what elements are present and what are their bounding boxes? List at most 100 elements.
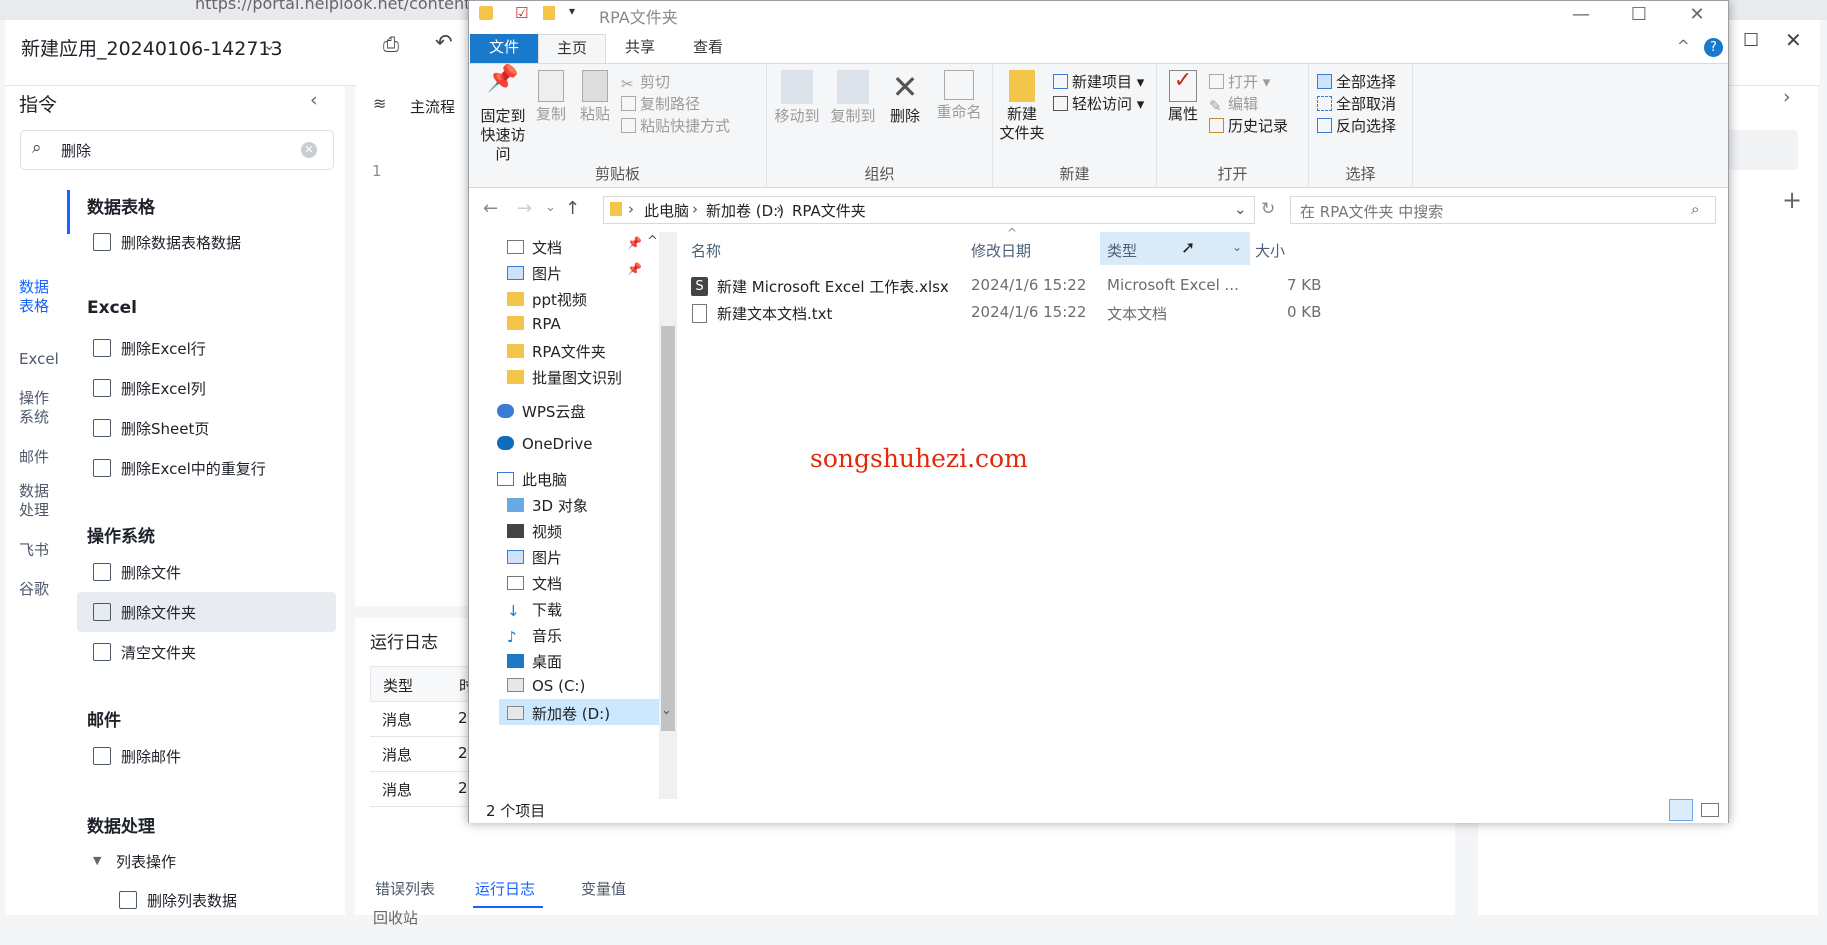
nav-item-drive-d[interactable]: 新加卷 (D:) — [499, 699, 659, 725]
nav-item-this-pc[interactable]: 此电脑 — [497, 469, 567, 490]
nav-item-wps-cloud[interactable]: WPS云盘 — [497, 401, 585, 422]
back-arrow-icon[interactable]: ← — [483, 198, 498, 219]
tab-run-log[interactable]: 运行日志 — [475, 878, 535, 899]
category-excel[interactable]: Excel — [19, 350, 59, 369]
category-feishu[interactable]: 飞书 — [19, 541, 59, 560]
nav-item-music[interactable]: ♪ 音乐 — [507, 625, 562, 646]
scroll-down-icon[interactable]: ⌄ — [661, 703, 672, 718]
command-item[interactable]: 删除Excel行 — [77, 328, 336, 368]
chevron-right-icon[interactable]: › — [1783, 86, 1791, 108]
command-item[interactable]: 删除Sheet页 — [77, 408, 336, 448]
cut-button[interactable]: ✂ 剪切 — [621, 71, 670, 93]
large-icons-view-icon[interactable] — [1701, 803, 1719, 817]
tab-home[interactable]: 主页 — [538, 34, 606, 63]
command-item[interactable]: 删除Excel列 — [77, 368, 336, 408]
copy-path-button[interactable]: 复制路径 — [621, 93, 700, 114]
rename-button[interactable]: 重命名 — [931, 70, 987, 122]
clear-icon[interactable]: ✕ — [301, 142, 317, 158]
copy-to-button[interactable]: 复制到 — [825, 70, 881, 126]
nav-item-desktop[interactable]: 桌面 — [507, 651, 562, 672]
easy-access-button[interactable]: 轻松访问 ▾ — [1053, 93, 1144, 114]
open-button[interactable]: 打开 ▾ — [1209, 71, 1270, 92]
nav-item-documents[interactable]: 文档 — [507, 237, 562, 258]
category-google[interactable]: 谷歌 — [19, 580, 59, 599]
column-size[interactable]: 大小 — [1255, 240, 1285, 261]
command-item[interactable]: 删除数据表格数据 — [77, 222, 336, 262]
scroll-up-icon[interactable]: ^ — [647, 234, 658, 249]
collapse-icon[interactable]: ‹ — [310, 89, 318, 111]
tab-variables[interactable]: 变量值 — [581, 878, 626, 899]
nav-item-pictures[interactable]: 图片 — [507, 263, 562, 284]
nav-item-downloads[interactable]: ↓ 下载 — [507, 599, 562, 620]
move-to-button[interactable]: 移动到 — [769, 70, 825, 126]
nav-item-pictures[interactable]: 图片 — [507, 547, 562, 568]
nav-item-videos[interactable]: 视频 — [507, 521, 562, 542]
command-item-selected[interactable]: 删除文件夹 — [77, 592, 336, 632]
copy-button[interactable]: 复制 — [531, 70, 571, 124]
pin-icon[interactable]: 📌 — [627, 236, 642, 250]
address-dropdown-icon[interactable]: ⌄ — [1234, 200, 1247, 218]
command-item[interactable]: 清空文件夹 — [77, 632, 336, 672]
column-type[interactable]: 类型 — [1107, 240, 1137, 261]
column-dropdown-icon[interactable]: ⌄ — [1232, 240, 1242, 254]
category-datatable[interactable]: 数据表格 — [19, 278, 59, 316]
select-all-button[interactable]: 全部选择 — [1317, 71, 1396, 92]
command-search-box[interactable]: ⌕ 删除 ✕ — [20, 130, 334, 170]
new-folder-button[interactable]: 新建 文件夹 — [999, 70, 1045, 143]
details-view-icon[interactable] — [1669, 799, 1693, 821]
minimize-button[interactable]: — — [1552, 1, 1610, 31]
collapse-ribbon-icon[interactable]: ^ — [1677, 37, 1690, 55]
maximize-icon[interactable]: ☐ — [1743, 30, 1759, 51]
command-item[interactable]: 删除列表数据 — [103, 880, 333, 920]
edit-button[interactable]: ✎ 编辑 — [1209, 93, 1258, 115]
undo-icon[interactable]: ↶ — [435, 30, 453, 54]
pin-icon[interactable]: 📌 — [627, 262, 642, 276]
nav-item-folder[interactable]: ppt视频 — [507, 289, 587, 310]
add-icon[interactable]: + — [1782, 186, 1802, 214]
up-arrow-icon[interactable]: ↑ — [565, 198, 580, 219]
select-none-button[interactable]: 全部取消 — [1317, 93, 1396, 114]
tab-share[interactable]: 共享 — [606, 34, 674, 63]
nav-item-folder[interactable]: RPA文件夹 — [507, 341, 606, 362]
forward-arrow-icon[interactable]: → — [517, 198, 532, 219]
search-box[interactable]: 在 RPA文件夹 中搜索 ⌕ — [1290, 196, 1716, 224]
save-icon[interactable]: ⎙ — [383, 32, 399, 56]
breadcrumb-this-pc[interactable]: 此电脑 — [644, 200, 689, 221]
refresh-icon[interactable]: ↻ — [1261, 199, 1275, 219]
pin-quick-access-button[interactable]: 📌 固定到 快速访问 — [475, 66, 531, 164]
column-date[interactable]: 修改日期 — [971, 240, 1031, 261]
nav-scrollbar-thumb[interactable] — [661, 326, 675, 731]
explorer-titlebar[interactable]: ☑ ▾ RPA文件夹 — ☐ ✕ — [469, 1, 1728, 31]
app-title[interactable]: 新建应用_20240106-142713 — [21, 34, 283, 61]
paste-button[interactable]: 粘贴 — [575, 70, 615, 124]
command-item[interactable]: 删除邮件 — [77, 736, 336, 776]
tab-file[interactable]: 文件 — [470, 34, 538, 63]
recent-dropdown-icon[interactable]: ⌄ — [545, 200, 556, 215]
close-icon[interactable]: ✕ — [1785, 28, 1802, 52]
flow-tab[interactable]: ≋ 主流程 — [355, 84, 475, 128]
help-icon[interactable]: ? — [1704, 38, 1723, 57]
history-button[interactable]: 历史记录 — [1209, 115, 1288, 136]
command-item[interactable]: 删除Excel中的重复行 — [77, 448, 336, 488]
paste-shortcut-button[interactable]: 粘贴快捷方式 — [621, 115, 730, 136]
chevron-down-icon[interactable]: ⌄ — [263, 36, 276, 54]
nav-item-drive-c[interactable]: OS (C:) — [507, 677, 585, 695]
nav-item-documents[interactable]: 文档 — [507, 573, 562, 594]
breadcrumb-drive-d[interactable]: 新加卷 (D:) — [706, 200, 784, 221]
search-input[interactable]: 删除 — [61, 140, 91, 161]
maximize-button[interactable]: ☐ — [1610, 1, 1668, 31]
flow-editor[interactable]: 1 — [355, 128, 475, 606]
command-item[interactable]: 删除文件 — [77, 552, 336, 592]
breadcrumb-rpa-folder[interactable]: RPA文件夹 — [792, 200, 866, 221]
nav-item-onedrive[interactable]: OneDrive — [497, 435, 593, 453]
file-row[interactable]: 新建文本文档.txt 2024/1/6 15:22 文本文档 0 KB — [677, 300, 1728, 327]
properties-button[interactable]: ✓ 属性 — [1163, 70, 1203, 124]
expand-triangle-icon[interactable]: ▼ — [93, 854, 101, 867]
tab-error-list[interactable]: 错误列表 — [375, 878, 435, 899]
subgroup-label[interactable]: 列表操作 — [116, 851, 176, 872]
invert-selection-button[interactable]: 反向选择 — [1317, 115, 1396, 136]
properties-quick-icon[interactable]: ☑ — [515, 4, 528, 22]
column-name[interactable]: 名称 — [691, 240, 721, 261]
new-folder-quick-icon[interactable] — [543, 6, 555, 20]
nav-item-folder[interactable]: RPA — [507, 315, 561, 333]
